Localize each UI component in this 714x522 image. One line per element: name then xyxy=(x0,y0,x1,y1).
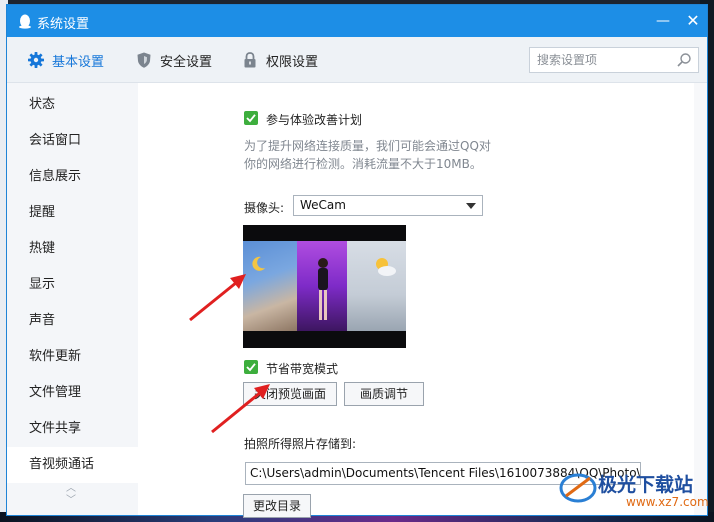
change-directory-button[interactable]: 更改目录 xyxy=(243,494,311,518)
experience-plan-checkbox[interactable] xyxy=(244,111,258,125)
dropdown-arrow-icon xyxy=(466,203,476,209)
content-scrollbar[interactable] xyxy=(694,83,707,515)
settings-sidebar: 状态 会话窗口 信息展示 提醒 热键 显示 声音 软件更新 文件管理 文件共享 … xyxy=(7,83,138,515)
watermark-site-url: www.xz7.com xyxy=(626,495,709,509)
sidebar-item-info-display[interactable]: 信息展示 xyxy=(7,159,138,195)
camera-select-value: WeCam xyxy=(300,198,346,212)
sidebar-item-av-call[interactable]: 音视频通话 xyxy=(7,447,138,483)
settings-window: 系统设置 — ✕ 基本设置 安全设置 权限设置 搜索设置项 状态 会话窗口 信息… xyxy=(6,4,708,518)
shield-icon xyxy=(137,52,151,68)
lock-icon xyxy=(244,52,256,68)
tab-permission-settings[interactable]: 权限设置 xyxy=(241,49,318,71)
photo-storage-label: 拍照所得照片存储到: xyxy=(244,437,357,451)
person-figure xyxy=(318,258,328,320)
experience-plan-description-line2: 你的网络进行检测。消耗流量不大于10MB。 xyxy=(244,157,482,171)
sidebar-item-sound[interactable]: 声音 xyxy=(7,303,138,339)
camera-preview xyxy=(243,225,406,348)
checkmark-icon xyxy=(246,363,256,372)
sidebar-scroll-arrows[interactable]: ︿ ﹀ xyxy=(63,483,79,513)
annotation-arrow-close-preview xyxy=(211,384,270,434)
watermark-site-name: 极光下载站 xyxy=(598,474,694,496)
sidebar-item-chat-window[interactable]: 会话窗口 xyxy=(7,123,138,159)
settings-search-input[interactable] xyxy=(530,48,668,72)
close-button[interactable]: ✕ xyxy=(683,11,703,31)
camera-label: 摄像头: xyxy=(244,201,285,215)
experience-plan-description-line1: 为了提升网络连接质量，我们可能会通过QQ对 xyxy=(244,139,491,153)
tab-security-settings[interactable]: 安全设置 xyxy=(135,49,212,71)
quality-adjust-button[interactable]: 画质调节 xyxy=(344,382,424,406)
chevron-down-icon[interactable]: ﹀ xyxy=(63,495,79,507)
settings-search-box[interactable] xyxy=(529,47,699,73)
minimize-button[interactable]: — xyxy=(653,11,673,31)
window-title: 系统设置 xyxy=(37,17,90,32)
chevron-up-icon[interactable]: ︿ xyxy=(63,483,79,495)
sidebar-item-software-update[interactable]: 软件更新 xyxy=(7,339,138,375)
sidebar-item-display[interactable]: 显示 xyxy=(7,267,138,303)
annotation-arrow-camera-preview xyxy=(189,274,246,322)
sidebar-item-file-sharing[interactable]: 文件共享 xyxy=(7,411,138,447)
tab-basic-settings[interactable]: 基本设置 xyxy=(27,49,104,71)
checkmark-icon xyxy=(246,114,256,123)
gear-icon xyxy=(28,52,44,68)
sidebar-item-file-management[interactable]: 文件管理 xyxy=(7,375,138,411)
qq-penguin-icon xyxy=(19,14,31,29)
experience-plan-label: 参与体验改善计划 xyxy=(266,113,363,127)
tab-security-settings-label: 安全设置 xyxy=(160,54,213,70)
tab-basic-settings-label: 基本设置 xyxy=(52,54,105,70)
tab-bar: 基本设置 安全设置 权限设置 xyxy=(7,37,707,83)
sidebar-item-hotkeys[interactable]: 热键 xyxy=(7,231,138,267)
sidebar-item-status[interactable]: 状态 xyxy=(7,87,138,123)
sun-cloud-sticker-icon xyxy=(376,258,396,276)
sidebar-item-reminder[interactable]: 提醒 xyxy=(7,195,138,231)
bandwidth-saving-label: 节省带宽模式 xyxy=(266,362,339,376)
tab-permission-settings-label: 权限设置 xyxy=(266,54,319,70)
bandwidth-saving-checkbox[interactable] xyxy=(244,360,258,374)
camera-select[interactable]: WeCam xyxy=(293,195,483,216)
search-icon[interactable] xyxy=(676,52,692,68)
title-bar[interactable]: 系统设置 — ✕ xyxy=(7,5,707,37)
moon-sticker-icon xyxy=(252,256,265,271)
